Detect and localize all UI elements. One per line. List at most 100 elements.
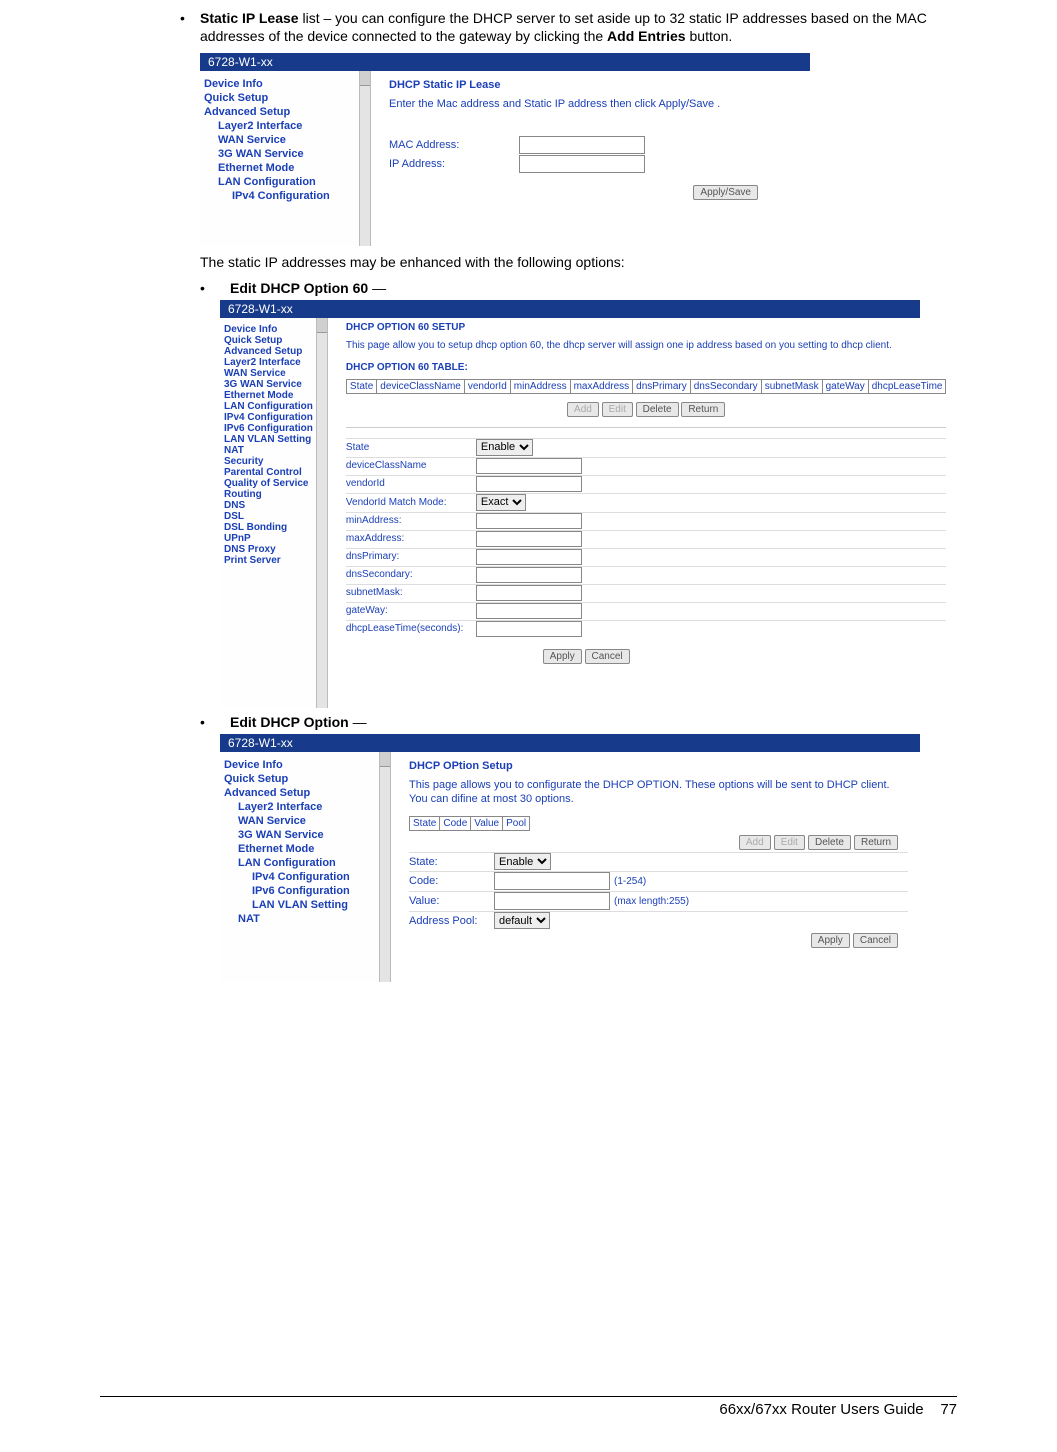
cancel-button[interactable]: Cancel [585,649,630,664]
nav-qos[interactable]: Quality of Service [224,478,313,489]
nav-layer2[interactable]: Layer2 Interface [204,119,356,133]
nav-3gwan[interactable]: 3G WAN Service [224,379,313,390]
edit-button[interactable]: Edit [774,835,805,850]
field-input[interactable] [476,476,582,492]
nav-upnp[interactable]: UPnP [224,533,313,544]
field-select[interactable]: Enable [476,439,533,456]
nav-device-info[interactable]: Device Info [224,324,313,335]
nav-device-info[interactable]: Device Info [224,758,376,772]
field-input[interactable] [476,513,582,529]
return-button[interactable]: Return [681,402,725,417]
col-dnssec: dnsSecondary [690,379,761,393]
form-row: vendorId [346,475,947,492]
nav-quick-setup[interactable]: Quick Setup [204,91,356,105]
nav-3gwan[interactable]: 3G WAN Service [224,828,376,842]
field-label: gateWay: [346,605,476,616]
nav-dslbond[interactable]: DSL Bonding [224,522,313,533]
scrollbar[interactable] [379,752,391,982]
apply-button[interactable]: Apply [543,649,582,664]
panel-heading: DHCP OPtion Setup [409,760,908,772]
nav-ipv4[interactable]: IPv4 Configuration [224,870,376,884]
field-input[interactable] [476,567,582,583]
nav-ipv4[interactable]: IPv4 Configuration [204,189,356,203]
field-input[interactable] [476,458,582,474]
nav-lanconfig[interactable]: LAN Configuration [224,856,376,870]
field-select[interactable]: default [494,912,550,929]
add-button[interactable]: Add [567,402,599,417]
cancel-button[interactable]: Cancel [853,933,898,948]
nav-lanvlan[interactable]: LAN VLAN Setting [224,898,376,912]
field-input[interactable] [476,585,582,601]
field-select[interactable]: Enable [494,853,551,870]
nav-routing[interactable]: Routing [224,489,313,500]
nav-layer2[interactable]: Layer2 Interface [224,357,313,368]
field-input[interactable] [476,549,582,565]
return-button[interactable]: Return [854,835,898,850]
nav-ipv6[interactable]: IPv6 Configuration [224,423,313,434]
nav-advanced-setup[interactable]: Advanced Setup [204,105,356,119]
screenshot-dhcp-option: 6728-W1-xx Device Info Quick Setup Advan… [220,734,920,982]
field-label: dhcpLeaseTime(seconds): [346,623,476,634]
field-input[interactable] [494,892,610,910]
nav-wan[interactable]: WAN Service [224,814,376,828]
nav-ipv6[interactable]: IPv6 Configuration [224,884,376,898]
nav-3gwan[interactable]: 3G WAN Service [204,147,356,161]
field-label: State [346,442,476,453]
field-label: Value: [409,895,494,907]
form-row: Value:(max length:255) [409,891,908,910]
footer-title: 66xx/67xx Router Users Guide [719,1401,923,1418]
nav-advanced-setup[interactable]: Advanced Setup [224,346,313,357]
form-row: maxAddress: [346,530,947,547]
col-state: State [346,379,376,393]
nav-layer2[interactable]: Layer2 Interface [224,800,376,814]
field-select[interactable]: Exact [476,494,526,511]
nav-quick-setup[interactable]: Quick Setup [224,335,313,346]
field-label: State: [409,856,494,868]
field-label: dnsPrimary: [346,551,476,562]
input-mac[interactable] [519,136,645,154]
form-row: Address Pool:default [409,911,908,929]
label-ip: IP Address: [389,158,519,170]
apply-save-button[interactable]: Apply/Save [693,185,758,200]
nav-ethernet[interactable]: Ethernet Mode [204,161,356,175]
scrollbar[interactable] [359,71,371,246]
nav-sidebar: Device Info Quick Setup Advanced Setup L… [220,318,318,708]
panel-heading: DHCP OPTION 60 SETUP [346,322,947,333]
input-ip[interactable] [519,155,645,173]
footer-page: 77 [940,1401,957,1418]
form-row: dhcpLeaseTime(seconds): [346,620,947,637]
nav-lanconfig[interactable]: LAN Configuration [224,401,313,412]
delete-button[interactable]: Delete [636,402,679,417]
field-input[interactable] [476,621,582,637]
nav-ipv4[interactable]: IPv4 Configuration [224,412,313,423]
add-button[interactable]: Add [739,835,771,850]
nav-printserver[interactable]: Print Server [224,555,313,566]
nav-dsl[interactable]: DSL [224,511,313,522]
nav-lanvlan[interactable]: LAN VLAN Setting [224,434,313,445]
field-hint: (1-254) [610,876,646,887]
nav-wan[interactable]: WAN Service [224,368,313,379]
panel-desc: Enter the Mac address and Static IP addr… [389,97,798,111]
nav-nat[interactable]: NAT [224,912,376,926]
field-input[interactable] [476,531,582,547]
nav-wan[interactable]: WAN Service [204,133,356,147]
nav-ethernet[interactable]: Ethernet Mode [224,842,376,856]
nav-dns[interactable]: DNS [224,500,313,511]
field-input[interactable] [494,872,610,890]
apply-button[interactable]: Apply [811,933,850,948]
delete-button[interactable]: Delete [808,835,851,850]
nav-advanced-setup[interactable]: Advanced Setup [224,786,376,800]
field-label: deviceClassName [346,460,476,471]
form-row: State:Enable [409,852,908,870]
nav-device-info[interactable]: Device Info [204,77,356,91]
nav-ethernet[interactable]: Ethernet Mode [224,390,313,401]
nav-quick-setup[interactable]: Quick Setup [224,772,376,786]
nav-parental[interactable]: Parental Control [224,467,313,478]
edit-button[interactable]: Edit [602,402,633,417]
scrollbar[interactable] [316,318,328,708]
nav-security[interactable]: Security [224,456,313,467]
nav-lanconfig[interactable]: LAN Configuration [204,175,356,189]
nav-dnsproxy[interactable]: DNS Proxy [224,544,313,555]
field-input[interactable] [476,603,582,619]
nav-nat[interactable]: NAT [224,445,313,456]
